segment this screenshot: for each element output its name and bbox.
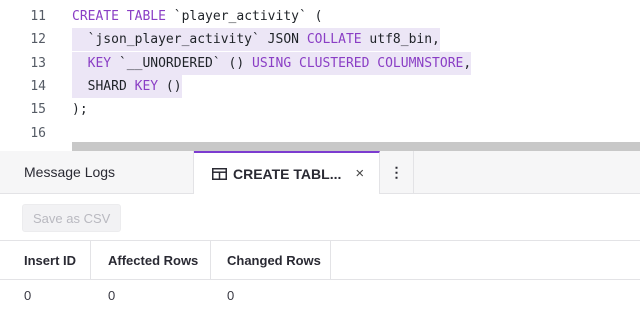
sql-text: , bbox=[463, 56, 472, 71]
horizontal-scrollbar[interactable] bbox=[72, 142, 640, 151]
code-line[interactable]: 11 CREATE TABLE `player_activity` ( bbox=[0, 5, 640, 28]
sql-keyword: KEY bbox=[134, 79, 159, 94]
table-header: Insert ID Affected Rows Changed Rows bbox=[0, 241, 640, 280]
code-text: SHARD KEY () bbox=[72, 75, 182, 98]
sql-keyword: USING CLUSTERED COLUMNSTORE bbox=[252, 56, 464, 71]
code-text: KEY `__UNORDERED` () USING CLUSTERED COL… bbox=[72, 52, 472, 75]
code-line[interactable]: 14 SHARD KEY () bbox=[0, 75, 640, 98]
table-icon bbox=[212, 167, 227, 180]
code-line[interactable]: 15); bbox=[0, 98, 640, 121]
tab-message-logs[interactable]: Message Logs bbox=[0, 151, 194, 193]
sql-text: `__UNORDERED` () bbox=[111, 56, 253, 71]
sql-text: ); bbox=[72, 102, 88, 117]
sql-text: SHARD bbox=[72, 79, 135, 94]
column-header-affected-rows[interactable]: Affected Rows bbox=[91, 241, 211, 279]
sql-text: () bbox=[158, 79, 182, 94]
sql-editor[interactable]: 11 CREATE TABLE `player_activity` (12 `js… bbox=[0, 0, 640, 151]
sql-keyword: COLLATE bbox=[306, 32, 362, 47]
sql-text: `json_player_activity` JSON bbox=[72, 32, 307, 47]
line-number: 12 bbox=[30, 32, 46, 47]
tab-message-logs-label: Message Logs bbox=[24, 164, 116, 180]
line-number: 13 bbox=[30, 56, 46, 71]
code-line[interactable]: 13 KEY `__UNORDERED` () USING CLUSTERED … bbox=[0, 52, 640, 75]
save-as-csv-button[interactable]: Save as CSV bbox=[22, 204, 122, 232]
table-cell: 0 bbox=[227, 287, 235, 303]
column-header-insert-id[interactable]: Insert ID bbox=[0, 241, 91, 279]
more-vertical-icon: ⋮ bbox=[389, 163, 404, 180]
close-icon[interactable]: × bbox=[355, 165, 364, 182]
table-cell: 0 bbox=[108, 287, 116, 303]
code-text: `json_player_activity` JSON COLLATE utf8… bbox=[72, 28, 440, 51]
line-number: 15 bbox=[30, 102, 46, 117]
code-line[interactable]: 12 `json_player_activity` JSON COLLATE u… bbox=[0, 28, 640, 51]
line-number: 16 bbox=[30, 126, 46, 141]
line-number: 11 bbox=[30, 9, 46, 24]
results-toolbar: Save as CSV bbox=[0, 194, 640, 241]
table-row: 0 0 0 bbox=[0, 280, 640, 310]
sql-text: utf8_bin, bbox=[361, 32, 440, 47]
more-options-button[interactable]: ⋮ bbox=[380, 151, 414, 193]
line-number: 14 bbox=[30, 79, 46, 94]
sql-keyword: CREATE TABLE bbox=[72, 9, 166, 24]
sql-text: `player_activity` ( bbox=[165, 9, 323, 24]
tab-create-table-label: CREATE TABL... bbox=[233, 165, 342, 182]
tab-create-table[interactable]: CREATE TABL... × bbox=[194, 151, 380, 194]
code-text: CREATE TABLE `player_activity` ( bbox=[72, 5, 322, 28]
results-tab-bar: Message Logs CREATE TABL... × ⋮ bbox=[0, 151, 640, 194]
column-header-changed-rows[interactable]: Changed Rows bbox=[211, 241, 331, 279]
sql-keyword: KEY bbox=[87, 56, 112, 71]
table-cell: 0 bbox=[24, 287, 32, 303]
code-text: ); bbox=[72, 98, 88, 121]
